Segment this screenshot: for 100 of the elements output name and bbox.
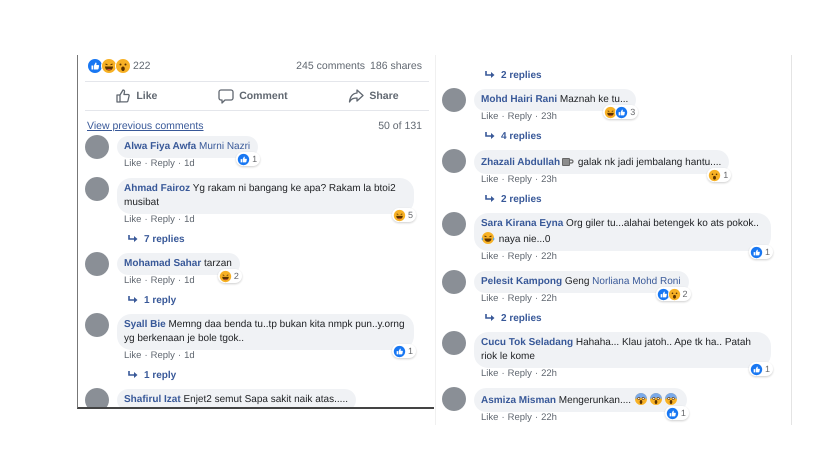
meta-separator: · bbox=[144, 350, 148, 362]
like-icon bbox=[656, 288, 670, 300]
reaction-badge[interactable]: 3 bbox=[603, 105, 638, 119]
like-icon bbox=[87, 58, 103, 74]
meta-separator: · bbox=[501, 412, 505, 424]
reply-link[interactable]: Reply bbox=[508, 368, 532, 380]
surprised-face-icon bbox=[115, 58, 131, 74]
author-name[interactable]: Cucu Tok Seladang bbox=[481, 337, 574, 348]
shares-count[interactable]: 186 shares bbox=[370, 60, 422, 72]
like-link[interactable]: Like bbox=[124, 214, 142, 226]
avatar[interactable] bbox=[85, 252, 109, 276]
timestamp[interactable]: 1d bbox=[184, 158, 195, 170]
timestamp[interactable]: 22h bbox=[541, 251, 557, 263]
replies-link[interactable]: 2 replies bbox=[501, 312, 542, 324]
reaction-badge[interactable]: 5 bbox=[392, 208, 416, 222]
meta-separator: · bbox=[144, 275, 148, 287]
author-name[interactable]: Asmiza Misman bbox=[481, 395, 556, 406]
avatar[interactable] bbox=[442, 331, 466, 355]
share-button[interactable]: Share bbox=[342, 82, 405, 110]
comments-count[interactable]: 245 comments bbox=[296, 60, 366, 72]
meta-separator: · bbox=[501, 251, 505, 263]
like-link[interactable]: Like bbox=[481, 368, 498, 380]
replies-link[interactable]: 4 replies bbox=[501, 130, 542, 142]
comment-text: Cucu Tok Seladang Hahaha... Klau jatoh.. Ape tk ha.. Patah riok le kome bbox=[481, 336, 752, 364]
timestamp[interactable]: 1d bbox=[184, 275, 195, 287]
share-arrow-icon bbox=[348, 88, 364, 104]
timestamp[interactable]: 23h bbox=[541, 174, 557, 186]
avatar[interactable] bbox=[85, 388, 109, 407]
avatar[interactable] bbox=[442, 149, 466, 173]
reply-link[interactable]: Reply bbox=[150, 158, 175, 170]
reply-link[interactable]: Reply bbox=[150, 275, 175, 287]
replies-link[interactable]: 2 replies bbox=[501, 70, 542, 80]
author-name[interactable]: Mohamad Sahar bbox=[124, 258, 202, 269]
tagged-name[interactable]: Murni Nazri bbox=[199, 141, 250, 152]
meta-separator: · bbox=[534, 368, 538, 380]
avatar[interactable] bbox=[442, 212, 466, 236]
reaction-badge[interactable]: 1 bbox=[748, 362, 773, 376]
timestamp[interactable]: 22h bbox=[541, 368, 557, 380]
reaction-count: 1 bbox=[680, 407, 686, 419]
author-name[interactable]: Ahmad Fairoz bbox=[124, 183, 190, 194]
avatar[interactable] bbox=[442, 387, 466, 411]
avatar[interactable] bbox=[85, 135, 109, 159]
author-name[interactable]: Shafirul Izat bbox=[124, 394, 181, 405]
reply-arrow-icon bbox=[484, 70, 496, 80]
comment-button[interactable]: Comment bbox=[212, 82, 294, 110]
reaction-badge[interactable]: 2 bbox=[218, 269, 242, 283]
author-name[interactable]: Mohd Hairi Rani bbox=[481, 94, 558, 105]
reaction-badge[interactable]: 1 bbox=[664, 406, 689, 420]
timestamp[interactable]: 22h bbox=[541, 412, 557, 424]
author-name[interactable]: Zhazali Abdullah bbox=[481, 157, 560, 168]
like-icon bbox=[615, 106, 628, 118]
reply-link[interactable]: Reply bbox=[508, 111, 532, 123]
like-link[interactable]: Like bbox=[481, 293, 498, 305]
reaction-total[interactable]: 222 bbox=[133, 60, 151, 72]
reaction-badge[interactable]: 1 bbox=[707, 168, 732, 182]
reaction-badge[interactable]: 1 bbox=[236, 152, 260, 166]
reaction-badge[interactable]: 1 bbox=[392, 344, 416, 358]
like-link[interactable]: Like bbox=[124, 275, 142, 287]
author-name[interactable]: Sara Kirana Eyna bbox=[481, 218, 564, 229]
reply-link[interactable]: Reply bbox=[508, 174, 532, 186]
replies-link[interactable]: 2 replies bbox=[501, 194, 542, 204]
meta-separator: · bbox=[501, 368, 505, 380]
replies-link[interactable]: 1 reply bbox=[144, 370, 176, 380]
reply-link[interactable]: Reply bbox=[508, 293, 532, 305]
timestamp[interactable]: 1d bbox=[184, 350, 195, 362]
avatar[interactable] bbox=[442, 88, 466, 112]
comment-text: Mohd Hairi Rani Maznah ke tu... bbox=[481, 93, 628, 107]
reaction-badge[interactable]: 1 bbox=[748, 245, 773, 259]
like-link[interactable]: Like bbox=[481, 251, 498, 263]
author-name[interactable]: Pelesit Kampong bbox=[481, 276, 562, 287]
timestamp[interactable]: 22h bbox=[541, 293, 557, 305]
reply-link[interactable]: Reply bbox=[150, 350, 175, 362]
like-icon bbox=[750, 246, 763, 258]
tagged-name[interactable]: Norliana Mohd Roni bbox=[592, 276, 681, 287]
like-link[interactable]: Like bbox=[481, 412, 498, 424]
avatar[interactable] bbox=[442, 270, 466, 294]
avatar[interactable] bbox=[85, 313, 109, 337]
tears-of-joy-icon bbox=[481, 231, 495, 245]
like-link[interactable]: Like bbox=[124, 158, 142, 170]
screaming-face-icon bbox=[634, 392, 648, 406]
meta-separator: · bbox=[534, 174, 538, 186]
timestamp[interactable]: 23h bbox=[541, 111, 557, 123]
like-icon bbox=[392, 344, 406, 358]
like-link[interactable]: Like bbox=[481, 174, 498, 186]
replies-link[interactable]: 1 reply bbox=[144, 294, 176, 306]
reply-link[interactable]: Reply bbox=[150, 214, 175, 226]
view-previous-link[interactable]: View previous comments bbox=[87, 119, 204, 133]
author-name[interactable]: Syall Bie bbox=[124, 319, 166, 330]
reaction-badge[interactable]: 2 bbox=[656, 287, 691, 301]
author-name[interactable]: Alwa Fiya Awfa bbox=[124, 141, 196, 152]
replies-link[interactable]: 7 replies bbox=[144, 234, 185, 244]
like-button[interactable]: Like bbox=[109, 82, 164, 110]
timestamp[interactable]: 1d bbox=[184, 214, 195, 226]
like-link[interactable]: Like bbox=[481, 111, 498, 123]
reaction-count: 1 bbox=[408, 345, 413, 357]
reply-link[interactable]: Reply bbox=[508, 412, 532, 424]
avatar[interactable] bbox=[85, 177, 109, 201]
screaming-face-icon bbox=[648, 392, 663, 406]
reply-link[interactable]: Reply bbox=[508, 251, 532, 263]
like-link[interactable]: Like bbox=[124, 350, 142, 362]
